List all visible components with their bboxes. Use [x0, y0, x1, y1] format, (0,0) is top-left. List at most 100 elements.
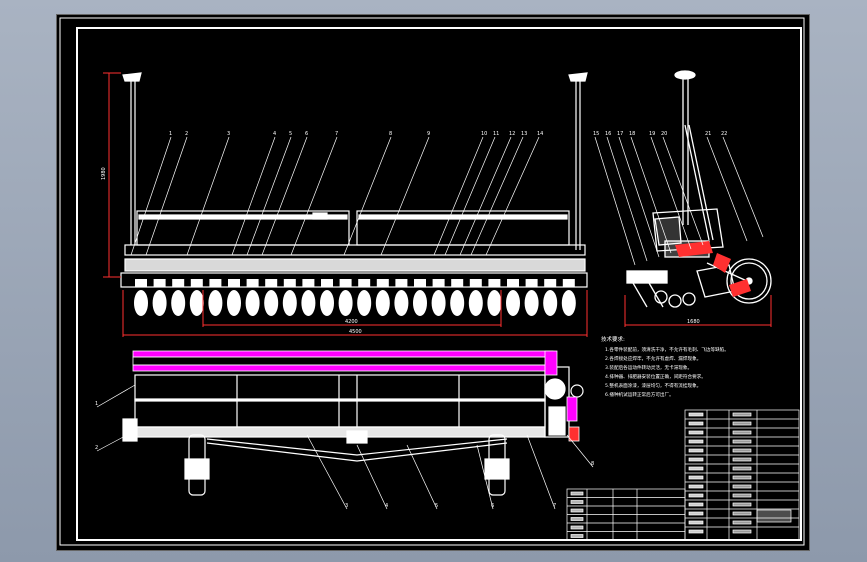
- callout-leader: [306, 434, 348, 510]
- opener-disc: [301, 290, 316, 316]
- callout-leader: [343, 136, 392, 256]
- dim-height: 1980: [101, 167, 107, 180]
- callout-leader: [356, 444, 388, 510]
- callout-number: 4: [385, 503, 388, 509]
- top-view: [122, 366, 584, 496]
- callout-leader: [618, 136, 660, 258]
- side-view-red: [675, 241, 751, 297]
- opener-disc: [227, 290, 241, 316]
- opener-shank: [246, 279, 259, 287]
- callout-leader: [433, 136, 484, 256]
- opener-shank: [265, 279, 278, 287]
- opener-disc: [561, 290, 576, 316]
- front-view-openers: [134, 279, 576, 316]
- opener-shank: [283, 279, 296, 287]
- callout-leader: [722, 136, 764, 238]
- opener-shank: [339, 279, 352, 287]
- opener-disc: [375, 290, 390, 316]
- outer-frame: [59, 17, 805, 546]
- callout-number: 15: [593, 131, 599, 137]
- callout-number: 1: [169, 131, 172, 137]
- callout-leader: [485, 136, 540, 256]
- note-line: 2.各焊接处应焊牢，不允许有虚焊、漏焊现象。: [605, 355, 701, 362]
- callout-leader: [630, 136, 672, 254]
- cad-viewport[interactable]: 1 2 3 4 5 6 7 8 9 10 11 12 13 14 1980 4200 4500 1680: [56, 14, 810, 551]
- opener-shank: [562, 279, 575, 287]
- opener-shank: [135, 279, 147, 287]
- callout-leader: [526, 434, 556, 510]
- callout-number: 12: [509, 131, 515, 137]
- callout-number: 14: [537, 131, 543, 137]
- opener-shank: [488, 279, 501, 287]
- drawing-canvas: 1 2 3 4 5 6 7 8 9 10 11 12 13 14 1980 4200 4500 1680: [59, 17, 805, 546]
- callout-number: 6: [305, 131, 308, 137]
- top-view-callouts: 1 2 3 4 5 6 7 8: [95, 384, 594, 510]
- note-line: 1.各零件装配前，须清洗干净，不允许有毛刺、飞边等缺陷。: [605, 346, 729, 353]
- opener-shank: [469, 279, 482, 287]
- opener-shank: [395, 279, 408, 287]
- callout-number: 13: [521, 131, 527, 137]
- callout-leader: [606, 136, 648, 262]
- callout-leader: [96, 384, 136, 408]
- opener-disc: [208, 290, 223, 316]
- opener-disc: [394, 290, 409, 316]
- callout-leader: [594, 136, 636, 266]
- callout-number: 3: [345, 503, 348, 509]
- opener-shank: [507, 279, 519, 287]
- callout-number: 10: [481, 131, 487, 137]
- opener-disc: [524, 290, 539, 316]
- opener-disc: [450, 290, 465, 316]
- callout-leader: [145, 136, 188, 256]
- opener-shank: [321, 279, 333, 287]
- callout-number: 1: [95, 401, 98, 407]
- opener-disc: [357, 290, 372, 316]
- opener-disc: [431, 290, 446, 316]
- callout-number: 8: [591, 461, 594, 467]
- note-line: 3.装配后各运动件转动灵活，无卡滞现象。: [605, 364, 692, 371]
- opener-disc: [264, 290, 279, 316]
- callout-leader: [706, 136, 748, 242]
- callout-leader: [444, 136, 496, 256]
- opener-disc: [245, 290, 260, 316]
- opener-disc: [413, 290, 427, 316]
- opener-disc: [468, 290, 483, 316]
- opener-shank: [376, 279, 389, 287]
- callout-leader: [470, 136, 524, 256]
- opener-disc: [171, 290, 186, 316]
- opener-disc: [487, 290, 502, 316]
- callout-leader: [566, 434, 594, 468]
- callout-leader: [186, 136, 230, 256]
- opener-disc: [282, 290, 297, 316]
- opener-disc: [134, 290, 148, 316]
- callout-leader: [96, 434, 128, 452]
- opener-shank: [525, 279, 538, 287]
- callout-number: 3: [227, 131, 230, 137]
- callout-leader: [459, 136, 512, 256]
- note-line: 5.整机表面涂漆，漆层均匀，不得有流挂现象。: [605, 382, 701, 389]
- opener-disc: [338, 290, 353, 316]
- callout-number: 20: [661, 131, 667, 137]
- callout-number: 17: [617, 131, 623, 137]
- opener-shank: [544, 279, 557, 287]
- opener-disc: [189, 290, 204, 316]
- front-view-callouts: 1 2 3 4 5 6 7 8 9 10 11 12 13 14: [130, 131, 543, 256]
- opener-disc: [506, 290, 520, 316]
- opener-shank: [172, 279, 185, 287]
- callout-number: 18: [629, 131, 635, 137]
- callout-leader: [290, 136, 338, 256]
- note-line: 4.排种器、排肥器安装位置正确，间距符合要求。: [605, 373, 706, 380]
- callout-number: 7: [335, 131, 338, 137]
- dim-side-width: 1680: [687, 319, 700, 325]
- notes-title: 技术要求:: [601, 335, 625, 343]
- callout-number: 19: [649, 131, 655, 137]
- dim-total-width: 4500: [349, 329, 362, 335]
- callout-number: 2: [185, 131, 188, 137]
- opener-shank: [451, 279, 464, 287]
- callout-number: 5: [435, 503, 438, 509]
- callout-number: 7: [553, 503, 556, 509]
- callout-number: 16: [605, 131, 611, 137]
- opener-shank: [190, 279, 203, 287]
- callout-number: 6: [491, 503, 494, 509]
- callout-number: 4: [273, 131, 276, 137]
- front-view: [120, 72, 588, 288]
